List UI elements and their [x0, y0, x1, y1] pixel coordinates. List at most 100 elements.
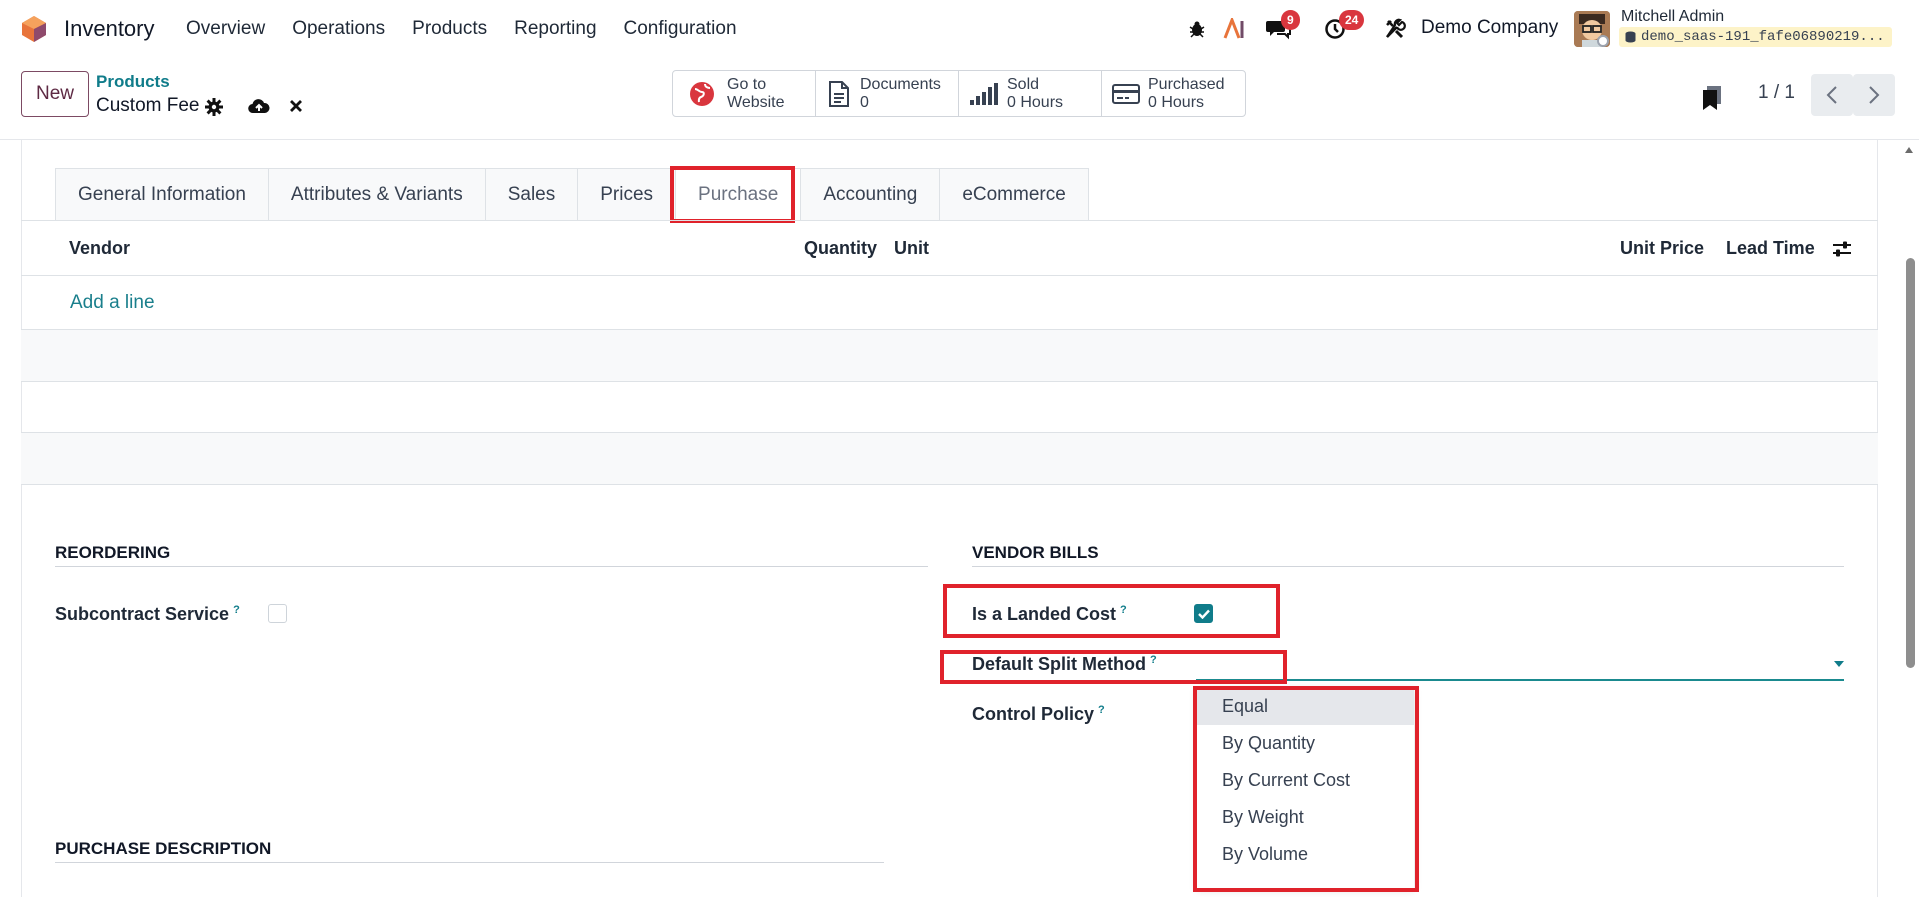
record-title: Custom Fee [96, 95, 200, 116]
dropdown-option-by-current-cost[interactable]: By Current Cost [1197, 762, 1414, 799]
form-sheet [21, 140, 1878, 897]
dropdown-option-by-volume[interactable]: By Volume [1197, 836, 1414, 873]
chevron-left-icon [1826, 86, 1837, 104]
breadcrumb-products[interactable]: Products [96, 72, 170, 92]
help-tooltip-icon[interactable]: ? [1098, 704, 1105, 716]
menu-item-reporting[interactable]: Reporting [514, 18, 596, 40]
table-empty-row [21, 433, 1878, 484]
database-label: demo_saas-191_fafe06890219... [1619, 27, 1892, 47]
menu-item-overview[interactable]: Overview [186, 18, 265, 40]
section-divider [972, 566, 1844, 567]
notebook-tabs: General Information Attributes & Variant… [55, 168, 1089, 221]
landed-cost-text: Is a Landed Cost [972, 604, 1117, 624]
user-name[interactable]: Mitchell Admin [1621, 8, 1724, 26]
subcontract-service-checkbox[interactable] [268, 604, 287, 623]
chevron-down-icon[interactable] [1834, 661, 1844, 667]
bookmark-icon[interactable] [1699, 84, 1725, 112]
scroll-up-arrow-icon[interactable] [1904, 146, 1914, 154]
smart-button-sold[interactable]: Sold 0 Hours [958, 70, 1102, 117]
column-header-unit[interactable]: Unit [894, 238, 929, 259]
optional-columns-sliders-icon[interactable] [1831, 238, 1853, 260]
control-policy-text: Control Policy [972, 704, 1095, 724]
default-split-method-label: Default Split Method? [972, 654, 1157, 675]
help-tooltip-icon[interactable]: ? [233, 604, 240, 616]
subcontract-service-label: Subcontract Service? [55, 604, 240, 625]
database-name: demo_saas-191_fafe06890219... [1641, 29, 1885, 45]
table-top-border [21, 220, 1878, 221]
pager-previous-button[interactable] [1811, 74, 1853, 116]
default-split-method-text: Default Split Method [972, 654, 1146, 674]
messages-count-badge: 9 [1281, 10, 1300, 30]
subcontract-service-text: Subcontract Service [55, 604, 230, 624]
tab-accounting[interactable]: Accounting [800, 168, 940, 221]
save-cloud-icon[interactable] [247, 96, 271, 116]
tab-ecommerce[interactable]: eCommerce [939, 168, 1089, 221]
help-tooltip-icon[interactable]: ? [1120, 604, 1127, 616]
smart-button-line1: Purchased [1148, 75, 1225, 93]
smart-button-documents[interactable]: Documents 0 [815, 70, 959, 117]
pager-value[interactable]: 1 / 1 [1758, 82, 1795, 104]
column-header-unit-price[interactable]: Unit Price [1620, 238, 1704, 259]
smart-button-line2: 0 Hours [1007, 93, 1064, 111]
column-header-lead-time[interactable]: Lead Time [1726, 238, 1815, 259]
smart-button-line2: 0 [860, 93, 869, 111]
app-name[interactable]: Inventory [64, 16, 155, 42]
new-button[interactable]: New [21, 71, 89, 117]
dropdown-option-by-quantity[interactable]: By Quantity [1197, 725, 1414, 762]
document-icon [829, 80, 849, 107]
gear-icon[interactable] [204, 97, 224, 117]
credit-card-icon [1112, 83, 1140, 104]
table-header-border [21, 275, 1878, 276]
smart-button-line2: 0 Hours [1148, 93, 1205, 111]
dropdown-option-equal[interactable]: Equal [1197, 688, 1414, 725]
chevron-right-icon [1869, 86, 1880, 104]
settings-tools-icon[interactable] [1382, 15, 1408, 43]
company-switcher[interactable]: Demo Company [1421, 17, 1558, 39]
tab-general-information[interactable]: General Information [55, 168, 268, 221]
smart-button-go-to-website[interactable]: Go to Website [672, 70, 816, 117]
smart-button-purchased[interactable]: Purchased 0 Hours [1101, 70, 1246, 117]
column-header-vendor[interactable]: Vendor [69, 238, 130, 259]
app-logo-icon[interactable] [21, 15, 47, 43]
smart-button-line1: Sold [1007, 75, 1040, 93]
menu-item-products[interactable]: Products [412, 18, 487, 40]
scrollbar-thumb[interactable] [1906, 258, 1915, 668]
tab-sales[interactable]: Sales [484, 168, 578, 221]
landed-cost-label: Is a Landed Cost? [972, 604, 1127, 625]
signal-bars-icon [970, 82, 998, 105]
split-method-dropdown: Equal By Quantity By Current Cost By Wei… [1197, 688, 1414, 888]
checkmark-icon [1197, 609, 1210, 619]
help-tooltip-icon[interactable]: ? [1150, 654, 1157, 666]
menu-item-operations[interactable]: Operations [292, 18, 385, 40]
smart-button-line1: Documents [860, 75, 941, 93]
discard-close-icon[interactable] [286, 96, 306, 116]
database-icon [1625, 31, 1636, 43]
reordering-section-title: REORDERING [55, 543, 171, 562]
debug-bug-icon[interactable] [1184, 15, 1210, 43]
ai-icon[interactable] [1222, 15, 1248, 43]
add-a-line-link[interactable]: Add a line [70, 292, 155, 314]
smart-button-line2: Website [727, 93, 785, 111]
table-empty-row [21, 330, 1878, 381]
main-menu: Overview Operations Products Reporting C… [186, 18, 764, 40]
globe-icon [690, 81, 714, 106]
vendor-bills-section-title: VENDOR BILLS [972, 543, 1099, 562]
top-navbar: Inventory Overview Operations Products R… [0, 0, 1919, 58]
control-policy-label: Control Policy? [972, 704, 1105, 725]
section-divider [55, 862, 884, 863]
menu-item-configuration[interactable]: Configuration [624, 18, 737, 40]
user-status-dot [1597, 35, 1609, 47]
smart-button-line1: Go to [727, 75, 767, 93]
pager-next-button[interactable] [1853, 74, 1895, 116]
default-split-method-select[interactable] [1196, 679, 1844, 681]
column-header-quantity[interactable]: Quantity [804, 238, 877, 259]
tab-attributes-variants[interactable]: Attributes & Variants [267, 168, 485, 221]
section-divider [55, 566, 928, 567]
purchase-description-section-title: PURCHASE DESCRIPTION [55, 839, 272, 858]
tab-prices[interactable]: Prices [577, 168, 676, 221]
tab-purchase[interactable]: Purchase [675, 168, 801, 221]
table-row-border [21, 381, 1878, 382]
landed-cost-checkbox[interactable] [1194, 604, 1213, 623]
table-bottom-border [21, 484, 1878, 485]
dropdown-option-by-weight[interactable]: By Weight [1197, 799, 1414, 836]
